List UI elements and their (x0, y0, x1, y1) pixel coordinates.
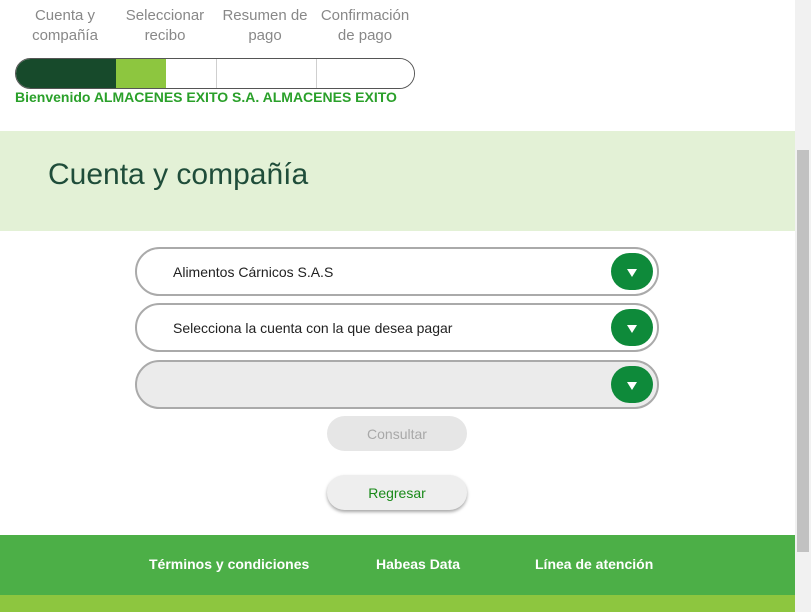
company-select[interactable]: Alimentos Cárnicos S.A.S (135, 247, 659, 296)
chevron-down-icon (627, 325, 637, 333)
progress-segment-current (116, 59, 166, 88)
step-label-receipt: Seleccionar recibo (125, 7, 205, 44)
footer-link-terms[interactable]: Términos y condiciones (149, 556, 309, 572)
page-banner: Cuenta y compañía (0, 131, 795, 231)
step-label-confirmation: Confirmación de pago (320, 7, 410, 44)
page: Cuenta y compañía Seleccionar recibo Res… (0, 0, 811, 612)
step-label-summary: Resumen de pago (222, 7, 308, 44)
account-dropdown-button[interactable] (611, 309, 653, 346)
account-select[interactable]: Selecciona la cuenta con la que desea pa… (135, 303, 659, 352)
step-label-account: Cuenta y compañía (32, 7, 98, 44)
third-dropdown-button[interactable] (611, 366, 653, 403)
page-title: Cuenta y compañía (48, 158, 309, 191)
chevron-down-icon (627, 269, 637, 277)
footer-bottom-band (0, 595, 795, 612)
footer: Términos y condiciones Habeas Data Línea… (0, 535, 795, 595)
third-select[interactable] (135, 360, 659, 409)
steps-header: Cuenta y compañía Seleccionar recibo Res… (15, 6, 415, 46)
progress-segment-complete (16, 59, 116, 88)
chevron-down-icon (627, 382, 637, 390)
company-select-value: Alimentos Cárnicos S.A.S (173, 264, 334, 280)
progress-segment-pending (216, 59, 316, 88)
footer-link-support[interactable]: Línea de atención (535, 556, 653, 572)
scrollbar-thumb[interactable] (797, 150, 809, 552)
back-button[interactable]: Regresar (327, 475, 467, 510)
welcome-message: Bienvenido ALMACENES EXITO S.A. ALMACENE… (15, 89, 397, 105)
account-select-placeholder: Selecciona la cuenta con la que desea pa… (173, 320, 453, 336)
scrollbar[interactable] (795, 0, 811, 612)
consult-button[interactable]: Consultar (327, 416, 467, 451)
progress-segment-pending (166, 59, 216, 88)
progress-segment-pending (316, 59, 414, 88)
company-dropdown-button[interactable] (611, 253, 653, 290)
footer-link-habeas-data[interactable]: Habeas Data (376, 556, 460, 572)
progress-bar (15, 58, 415, 89)
